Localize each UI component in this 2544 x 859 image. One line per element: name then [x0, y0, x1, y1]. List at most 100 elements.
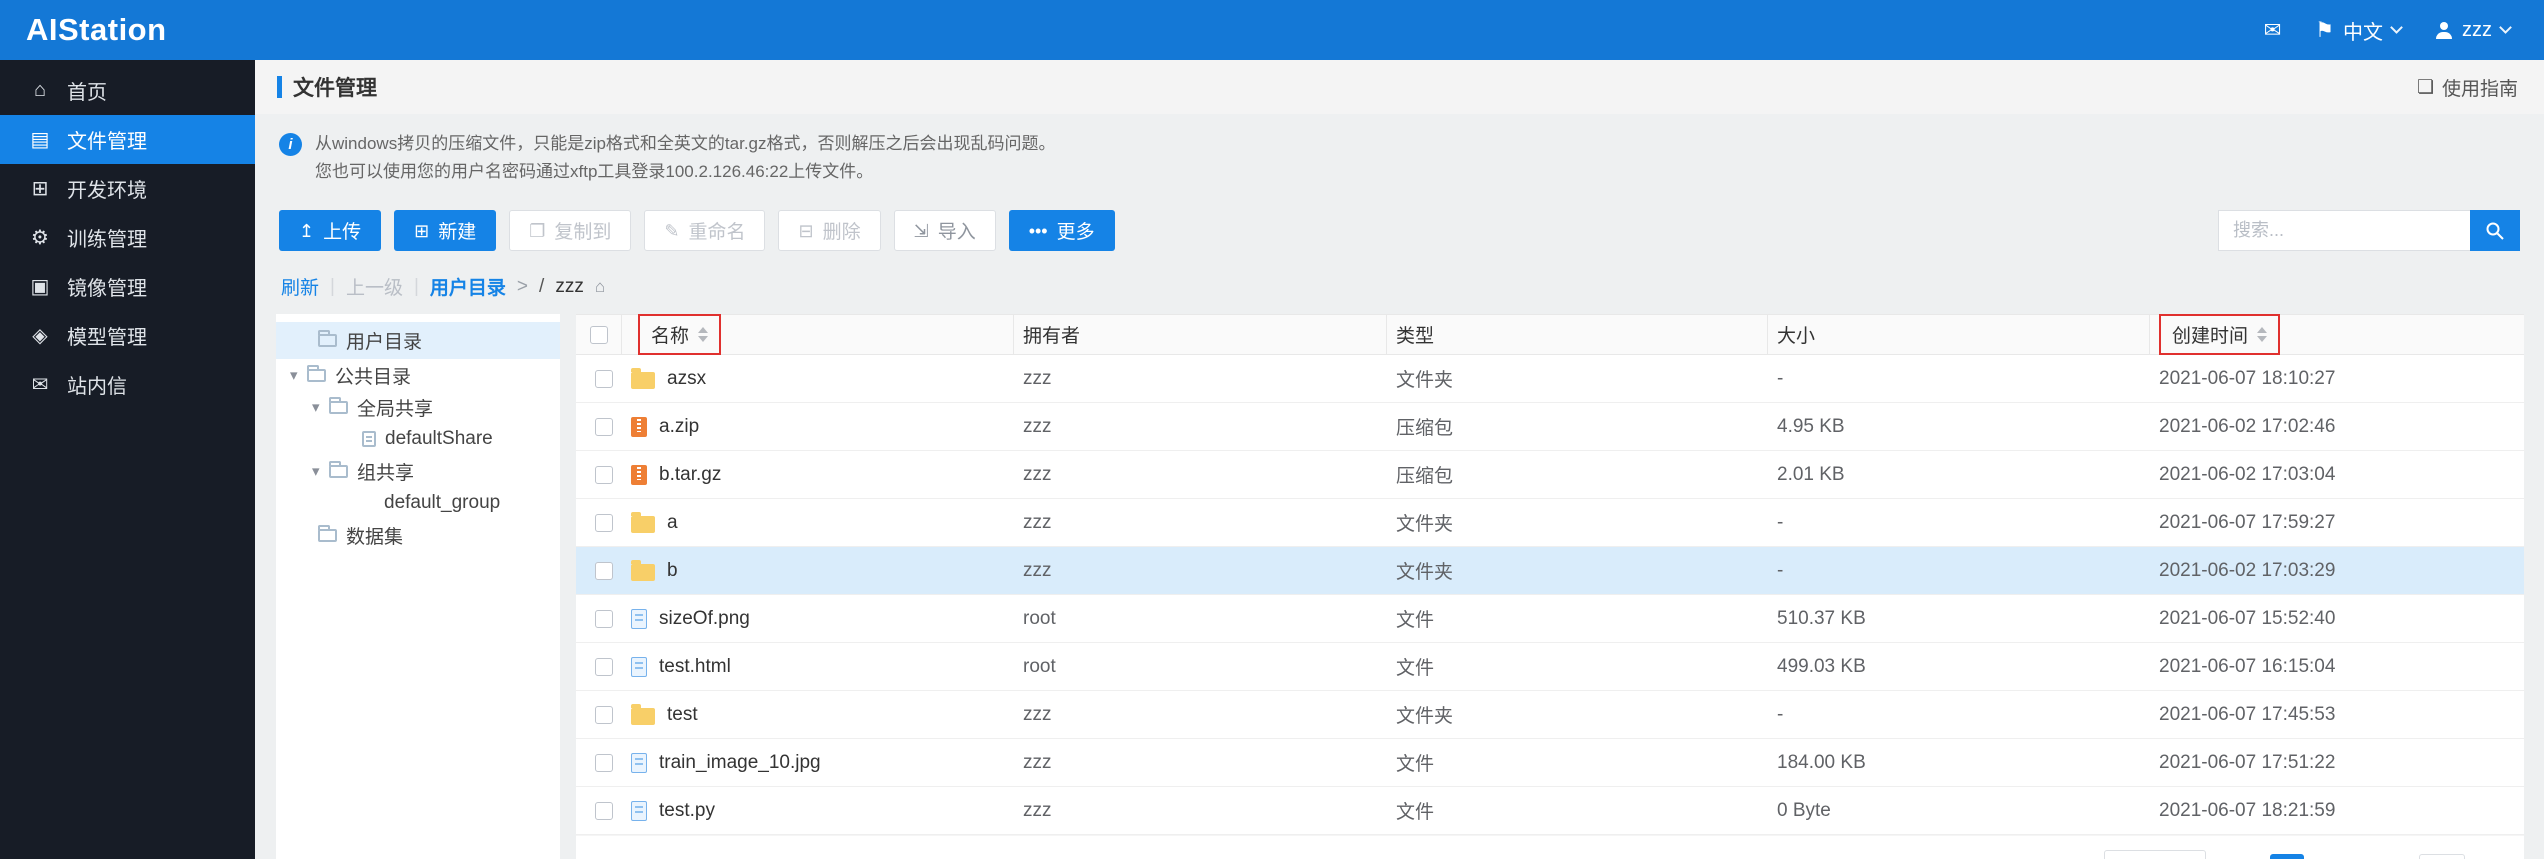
sort-icon[interactable] [698, 327, 709, 342]
row-checkbox[interactable] [594, 705, 613, 724]
archive-icon [631, 464, 647, 485]
tree-item-label: default_group [384, 492, 501, 513]
sidebar-item-label: 文件管理 [67, 131, 147, 153]
table-row[interactable]: a.zip zzz 压缩包 4.95 KB 2021-06-02 17:02:4… [576, 403, 2524, 451]
info-icon: i [279, 133, 302, 156]
tree-item-group-share[interactable]: ▾ 组共享 [276, 455, 560, 487]
sidebar-item-image-management[interactable]: ▣ 镜像管理 [0, 262, 255, 311]
tree-item-label: 用户目录 [346, 332, 423, 353]
copy-to-button[interactable]: ❐ 复制到 [509, 210, 632, 251]
table-row-selected[interactable]: b zzz 文件夹 - 2021-06-02 17:03:29 [576, 547, 2524, 595]
row-checkbox[interactable] [594, 801, 613, 820]
sidebar-item-messages[interactable]: ✉ 站内信 [0, 360, 255, 409]
language-menu[interactable]: ⚑ 中文 [2315, 16, 2403, 45]
file-name[interactable]: train_image_10.jpg [659, 752, 821, 774]
row-checkbox[interactable] [594, 513, 613, 532]
import-button[interactable]: ⇲ 导入 [893, 210, 996, 251]
file-name[interactable]: test [667, 704, 698, 726]
app-logo[interactable]: AIStation [0, 12, 167, 48]
page-size-select[interactable]: 50条/页 [2104, 850, 2206, 859]
file-name[interactable]: test.py [659, 800, 715, 822]
sort-icon[interactable] [2257, 327, 2268, 342]
tree-item-dataset[interactable]: 数据集 [276, 519, 560, 551]
delete-button[interactable]: ⊟ 删除 [778, 210, 881, 251]
sidebar: ⌂ 首页 ▤ 文件管理 ⊞ 开发环境 ⚙ 训练管理 ▣ 镜像管理 ◈ 模型管理 [0, 60, 255, 859]
new-folder-icon: ⊞ [414, 220, 430, 241]
user-menu[interactable]: zzz [2435, 19, 2512, 42]
file-size: 2.01 KB [1777, 463, 1845, 485]
table-row[interactable]: azsx zzz 文件夹 - 2021-06-07 18:10:27 [576, 355, 2524, 403]
created-column-header[interactable]: 创建时间 [2172, 321, 2248, 348]
sidebar-item-file-management[interactable]: ▤ 文件管理 [0, 115, 255, 164]
upload-button[interactable]: ↥ 上传 [279, 210, 382, 251]
breadcrumb-current: zzz [555, 275, 584, 297]
page-header: 文件管理 ❏ 使用指南 [255, 60, 2544, 114]
sidebar-item-label: 站内信 [67, 376, 127, 398]
file-name[interactable]: b [667, 560, 678, 582]
name-column-header[interactable]: 名称 [651, 321, 689, 348]
tree-item-label: 公共目录 [335, 366, 412, 388]
folder-icon [329, 460, 348, 478]
table-row[interactable]: test.html root 文件 499.03 KB 2021-06-07 1… [576, 643, 2524, 691]
row-checkbox[interactable] [594, 369, 613, 388]
more-button[interactable]: ••• 更多 [1008, 210, 1115, 251]
row-checkbox[interactable] [594, 417, 613, 436]
sidebar-item-dev-environment[interactable]: ⊞ 开发环境 [0, 164, 255, 213]
sidebar-item-label: 模型管理 [67, 327, 147, 349]
file-type: 文件夹 [1396, 514, 1454, 535]
sidebar-item-model-management[interactable]: ◈ 模型管理 [0, 311, 255, 360]
breadcrumb-separator: | [413, 275, 419, 297]
rename-button[interactable]: ✎ 重命名 [644, 210, 766, 251]
table-row[interactable]: b.tar.gz zzz 压缩包 2.01 KB 2021-06-02 17:0… [576, 451, 2524, 499]
page-title: 文件管理 [293, 77, 377, 100]
file-name[interactable]: sizeOf.png [659, 608, 750, 630]
goto-page-input[interactable] [2419, 853, 2465, 859]
tree-item-default-group[interactable]: default_group [276, 487, 560, 519]
copy-icon: ❐ [529, 220, 546, 241]
row-checkbox[interactable] [594, 609, 613, 628]
file-name[interactable]: a.zip [659, 416, 699, 438]
tree-item-user-directory[interactable]: 用户目录 [276, 322, 560, 359]
table-row[interactable]: test.py zzz 文件 0 Byte 2021-06-07 18:21:5… [576, 787, 2524, 835]
alert-text: 从windows拷贝的压缩文件，只能是zip格式和全英文的tar.gz格式，否则… [315, 130, 1056, 186]
caret-down-icon[interactable]: ▾ [312, 462, 329, 480]
select-all-checkbox[interactable] [589, 325, 608, 344]
sidebar-item-training-management[interactable]: ⚙ 训练管理 [0, 213, 255, 262]
file-name[interactable]: a [667, 512, 678, 534]
file-owner: zzz [1023, 463, 1052, 485]
caret-down-icon[interactable]: ▾ [290, 366, 307, 384]
row-checkbox[interactable] [594, 465, 613, 484]
sidebar-item-home[interactable]: ⌂ 首页 [0, 66, 255, 115]
file-name[interactable]: b.tar.gz [659, 464, 721, 486]
page-number-button[interactable]: 1 [2270, 853, 2304, 859]
table-row[interactable]: train_image_10.jpg zzz 文件 184.00 KB 2021… [576, 739, 2524, 787]
pagination: 共 10 条 50条/页 ‹ 1 › 前往 页 [576, 835, 2524, 859]
tree-item-default-share[interactable]: defaultShare [276, 423, 560, 455]
refresh-link[interactable]: 刷新 [281, 273, 319, 300]
new-folder-button[interactable]: ⊞ 新建 [394, 210, 497, 251]
tree-item-public-directory[interactable]: ▾ 公共目录 [276, 359, 560, 391]
alert-line-2: 您也可以使用您的用户名密码通过xftp工具登录100.2.126.46:22上传… [315, 162, 874, 181]
table-row[interactable]: sizeOf.png root 文件 510.37 KB 2021-06-07 … [576, 595, 2524, 643]
up-level-link[interactable]: 上一级 [346, 273, 403, 300]
row-checkbox[interactable] [594, 657, 613, 676]
row-checkbox[interactable] [594, 561, 613, 580]
type-column-header: 类型 [1387, 315, 1768, 354]
file-name[interactable]: test.html [659, 656, 731, 678]
file-icon [631, 608, 647, 629]
tree-item-global-share[interactable]: ▾ 全局共享 [276, 391, 560, 423]
file-name[interactable]: azsx [667, 368, 706, 390]
table-row[interactable]: test zzz 文件夹 - 2021-06-07 17:45:53 [576, 691, 2524, 739]
table-row[interactable]: a zzz 文件夹 - 2021-06-07 17:59:27 [576, 499, 2524, 547]
breadcrumb-root-link[interactable]: 用户目录 [430, 273, 506, 300]
mail-icon[interactable]: ✉ [2264, 20, 2282, 41]
search-button[interactable] [2470, 210, 2520, 251]
next-page-button[interactable]: › [2319, 854, 2353, 859]
guide-link[interactable]: ❏ 使用指南 [2417, 74, 2518, 101]
image-management-icon: ▣ [30, 276, 50, 298]
prev-page-button[interactable]: ‹ [2221, 854, 2255, 859]
folder-icon [318, 524, 337, 542]
caret-down-icon[interactable]: ▾ [312, 398, 329, 416]
row-checkbox[interactable] [594, 753, 613, 772]
search-input[interactable] [2218, 210, 2470, 251]
